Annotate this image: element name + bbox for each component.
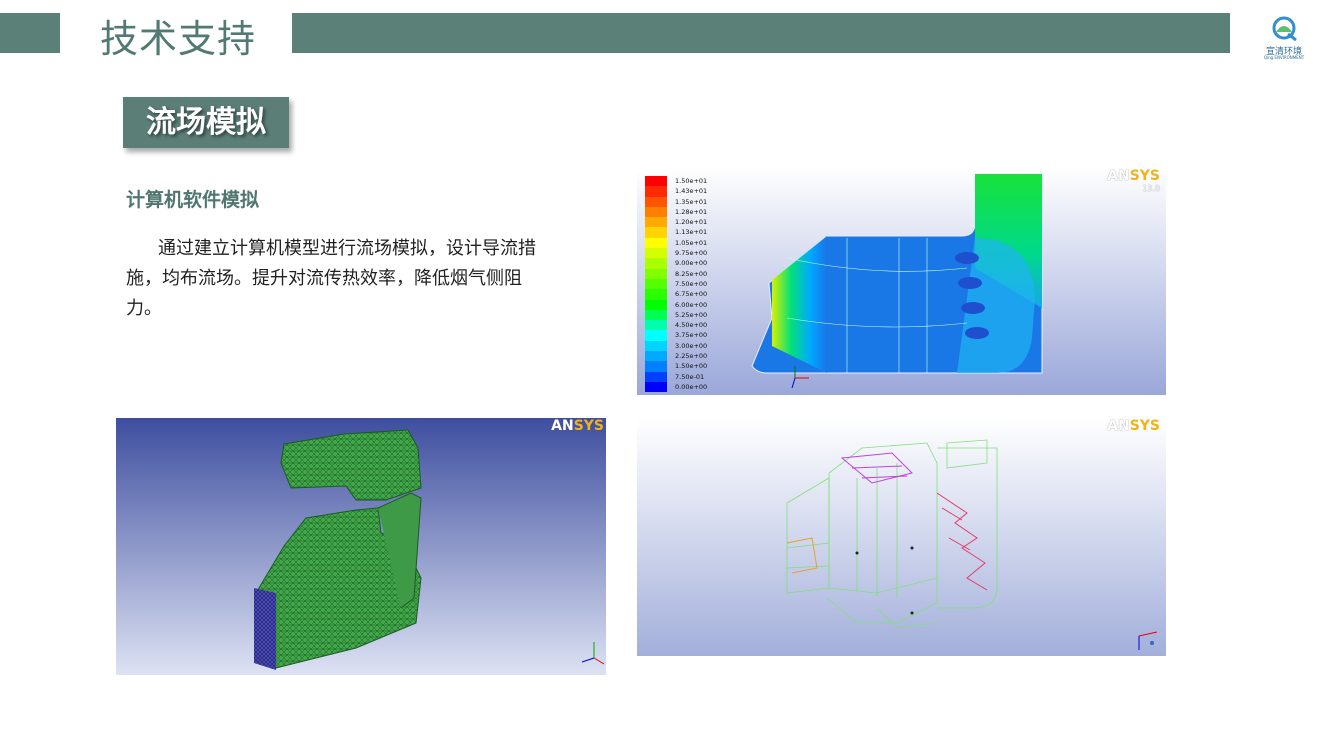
content-subtitle: 计算机软件模拟 — [126, 189, 260, 211]
ansys-logo: ANSYS — [1107, 168, 1160, 184]
section-heading-box: 流场模拟 — [123, 97, 289, 148]
header-bar-left — [0, 13, 60, 53]
wireframe-plot — [786, 439, 1158, 650]
section-title: 流场模拟 — [146, 105, 266, 140]
header-bar-right — [292, 13, 1230, 53]
mesh-plot — [254, 429, 605, 670]
velocity-contour-figure: 1.50e+01 1.43e+01 1.35e+01 1.28e+01 1.20e+01… — [637, 168, 1166, 395]
ansys-version: 13.0 — [1142, 184, 1160, 193]
logo-subtitle: Qing ENVIRONMENT — [1263, 55, 1305, 60]
wireframe-model-figure: ANSYS — [637, 418, 1166, 656]
content-body: 通过建立计算机模型进行流场模拟，设计导流措施，均布流场。提升对流传热效率，降低烟… — [126, 238, 536, 319]
ansys-logo: ANSYS — [551, 418, 604, 434]
contour-plot — [751, 173, 1043, 389]
page-title: 技术支持 — [100, 17, 257, 61]
ansys-logo: ANSYS — [1107, 418, 1160, 434]
mesh-model-figure: ANSYS — [116, 418, 606, 675]
